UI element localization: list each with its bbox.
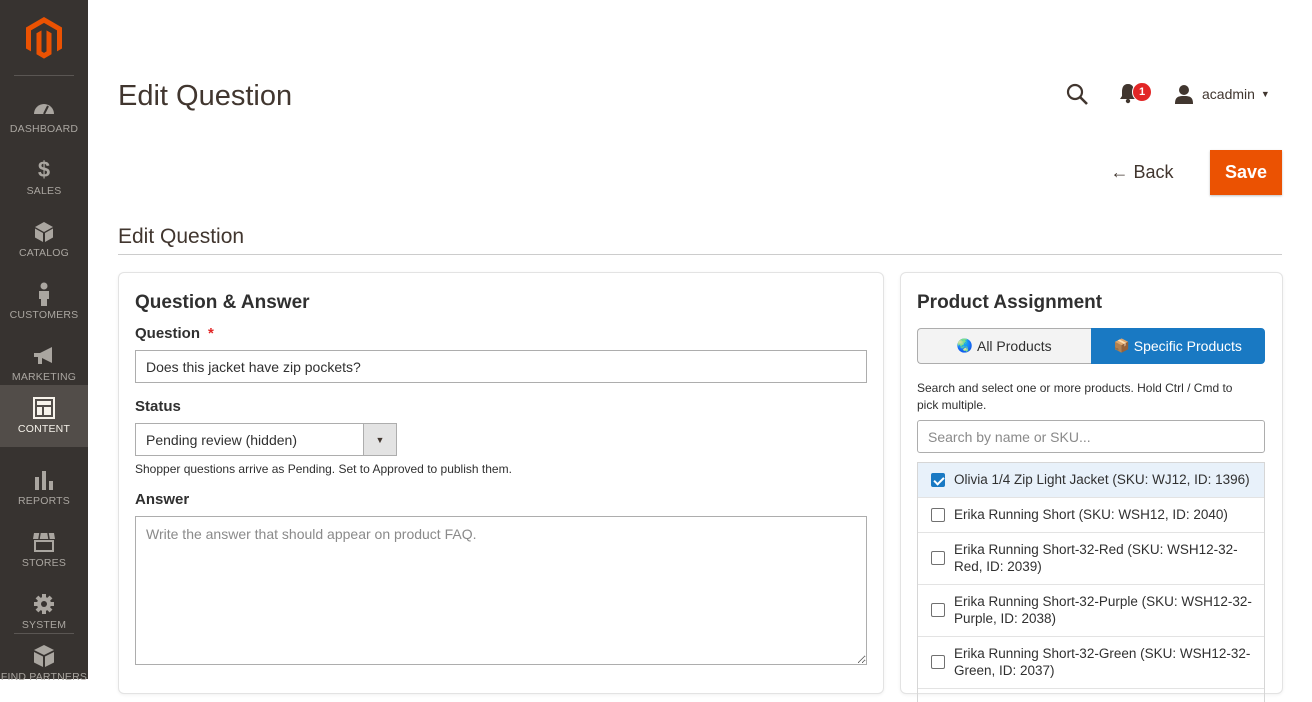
sidebar-item-customers[interactable]: CUSTOMERS xyxy=(0,271,88,333)
back-button[interactable]: ← Back xyxy=(1100,150,1184,194)
package-icon: 📦 xyxy=(1113,338,1130,353)
person-icon xyxy=(39,282,49,306)
globe-icon: 🌏 xyxy=(956,338,973,353)
sidebar-item-label: FIND PARTNERS xyxy=(0,671,88,683)
answer-label: Answer xyxy=(135,491,190,508)
product-checkbox[interactable] xyxy=(931,508,945,522)
user-menu[interactable]: acadmin ▼ xyxy=(1174,82,1270,106)
status-help-text: Shopper questions arrive as Pending. Set… xyxy=(135,462,512,476)
sidebar-item-dashboard[interactable]: DASHBOARD xyxy=(0,85,88,147)
all-products-button[interactable]: 🌏 All Products xyxy=(917,328,1091,364)
sidebar-item-catalog[interactable]: CATALOG xyxy=(0,209,88,271)
required-mark: * xyxy=(208,325,214,342)
product-row[interactable]: Erika Running Short (SKU: WSH12, ID: 204… xyxy=(918,498,1264,533)
sidebar-item-label: CATALOG xyxy=(18,247,70,259)
search-icon xyxy=(1066,83,1088,105)
sidebar-item-label: CONTENT xyxy=(17,423,71,435)
product-row[interactable]: Olivia 1/4 Zip Light Jacket (SKU: WJ12, … xyxy=(918,463,1264,498)
product-checkbox[interactable] xyxy=(931,603,945,617)
product-row[interactable]: Erika Running Short-32-Green (SKU: WSH12… xyxy=(918,637,1264,689)
bar-chart-icon xyxy=(35,471,53,490)
answer-textarea[interactable] xyxy=(135,516,867,665)
product-checkbox[interactable] xyxy=(931,655,945,669)
all-products-label: All Products xyxy=(976,338,1052,354)
user-name: acadmin xyxy=(1202,86,1255,102)
magento-logo-icon xyxy=(26,16,62,59)
cube-icon xyxy=(35,222,53,242)
assignment-mode-toggle: 🌏 All Products 📦 Specific Products xyxy=(917,328,1265,364)
storefront-icon xyxy=(33,532,55,552)
sidebar-item-label: CUSTOMERS xyxy=(9,309,79,321)
product-checkbox[interactable] xyxy=(931,473,945,487)
sidebar-item-label: REPORTS xyxy=(18,495,70,507)
product-label: Erika Running Short (SKU: WSH12, ID: 204… xyxy=(954,507,1228,522)
product-row[interactable]: Erika Running Short-32-Purple (SKU: WSH1… xyxy=(918,585,1264,637)
sidebar-divider xyxy=(14,633,74,634)
specific-products-button[interactable]: 📦 Specific Products xyxy=(1090,328,1265,364)
sidebar-item-label: STORES xyxy=(21,557,67,569)
product-checkbox[interactable] xyxy=(931,551,945,565)
save-button[interactable]: Save xyxy=(1210,150,1282,195)
product-assignment-card: Product Assignment 🌏 All Products 📦 Specif… xyxy=(900,272,1283,702)
sidebar-item-label: DASHBOARD xyxy=(9,123,79,135)
card-heading: Question & Answer xyxy=(135,292,310,313)
sidebar-item-reports[interactable]: REPORTS xyxy=(0,457,88,519)
user-icon xyxy=(1175,85,1193,104)
boxes-icon xyxy=(34,645,54,667)
dollar-icon: $ xyxy=(37,157,51,182)
assignment-help-text: Search and select one or more products. … xyxy=(917,381,1233,412)
specific-products-label: Specific Products xyxy=(1133,338,1242,354)
product-search-input[interactable] xyxy=(917,420,1265,453)
product-label: Erika Running Short-32-Red (SKU: WSH12-3… xyxy=(954,542,1238,574)
sidebar-item-find-partners[interactable]: FIND PARTNERS xyxy=(0,637,88,699)
product-label: Olivia 1/4 Zip Light Jacket (SKU: WJ12, … xyxy=(954,472,1250,487)
sidebar-item-label: SYSTEM xyxy=(21,619,67,631)
product-label: Erika Running Short-32-Purple (SKU: WSH1… xyxy=(954,594,1252,626)
dashboard-icon xyxy=(34,104,54,115)
notifications-badge: 1 xyxy=(1132,82,1152,102)
product-list: Olivia 1/4 Zip Light Jacket (SKU: WJ12, … xyxy=(917,462,1265,702)
gear-icon xyxy=(34,594,54,614)
sidebar-item-content[interactable]: CONTENT xyxy=(0,385,88,447)
megaphone-icon xyxy=(34,347,52,364)
page-title: Edit Question xyxy=(118,80,293,112)
sidebar-item-label: MARKETING xyxy=(11,371,77,383)
product-label: Erika Running Short-32-Green (SKU: WSH12… xyxy=(954,646,1251,678)
sidebar-item-label: SALES xyxy=(26,185,62,197)
sidebar-divider xyxy=(14,75,74,76)
section-divider xyxy=(118,254,1282,255)
product-row[interactable]: Erika Running Short-32-Red (SKU: WSH12-3… xyxy=(918,533,1264,585)
question-label: Question * xyxy=(135,325,214,342)
chevron-down-icon: ▼ xyxy=(363,424,396,455)
status-select[interactable]: Pending review (hidden) ▼ xyxy=(135,423,397,456)
card-heading: Product Assignment xyxy=(917,292,1103,313)
admin-sidebar: DASHBOARD $ SALES CATALOG CUSTOMERS MARK… xyxy=(0,0,88,683)
question-input[interactable] xyxy=(135,350,867,383)
question-label-text: Question xyxy=(135,325,201,342)
question-answer-card: Question & Answer Question * Status Pendi… xyxy=(118,272,884,694)
status-select-value: Pending review (hidden) xyxy=(146,431,297,448)
caret-down-icon: ▼ xyxy=(1260,89,1270,99)
sidebar-item-stores[interactable]: STORES xyxy=(0,519,88,581)
status-label: Status xyxy=(135,398,181,415)
section-title: Edit Question xyxy=(118,225,245,248)
sidebar-item-sales[interactable]: $ SALES xyxy=(0,147,88,209)
layout-icon xyxy=(33,397,55,419)
global-search-button[interactable] xyxy=(1065,82,1089,106)
magento-logo[interactable] xyxy=(0,0,88,75)
